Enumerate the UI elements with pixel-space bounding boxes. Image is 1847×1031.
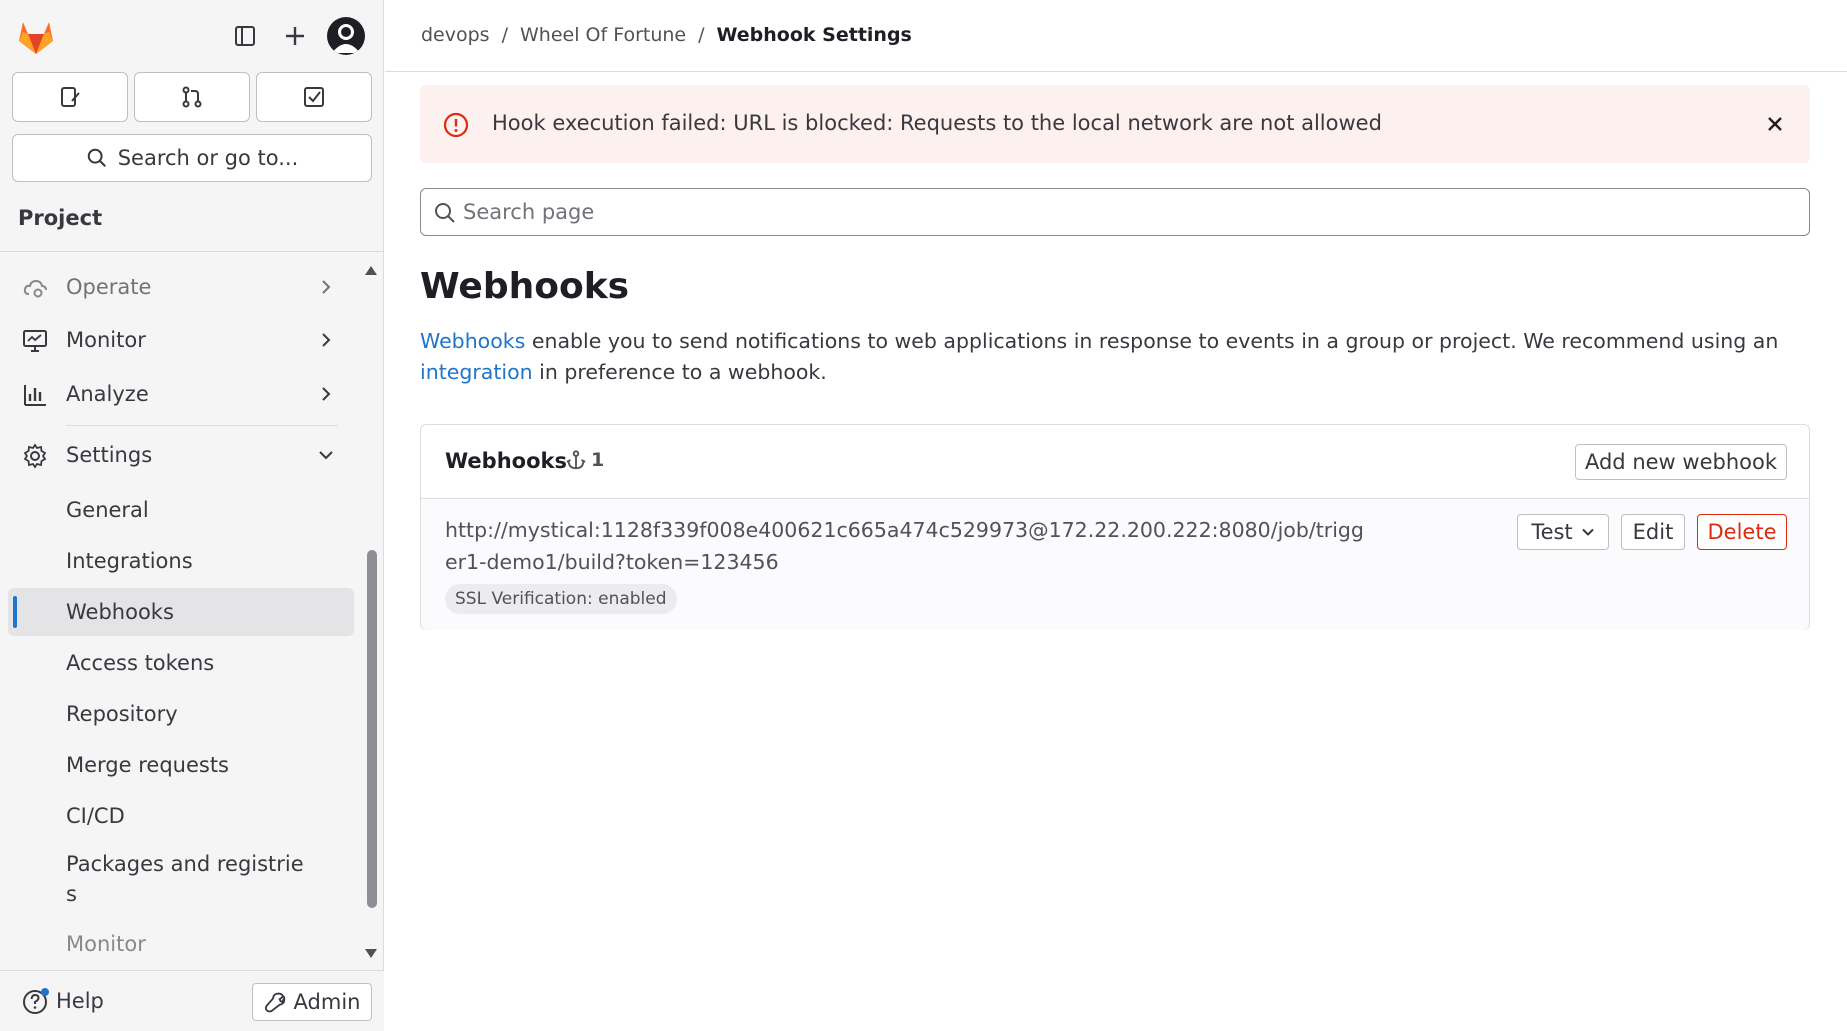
- merge-request-icon: [182, 86, 202, 108]
- issues-icon: [61, 87, 80, 107]
- alert-message: Hook execution failed: URL is blocked: R…: [492, 111, 1382, 135]
- sidebar-item-operate[interactable]: Operate: [8, 263, 354, 311]
- gear-icon: [23, 443, 47, 469]
- chevron-down-icon: [319, 451, 333, 460]
- page-title: Webhooks: [420, 266, 630, 307]
- merge-requests-button[interactable]: [134, 72, 250, 122]
- sidebar-footer: Help Admin: [0, 970, 384, 1031]
- sidebar-item-access-tokens[interactable]: Access tokens: [8, 639, 354, 687]
- plus-icon[interactable]: [277, 18, 313, 54]
- avatar[interactable]: [327, 17, 365, 55]
- sidebar-item-analyze[interactable]: Analyze: [8, 370, 354, 418]
- help-icon: [23, 988, 49, 1014]
- breadcrumb: devops / Wheel Of Fortune / Webhook Sett…: [421, 24, 912, 46]
- ssl-verification-badge: SSL Verification: enabled: [445, 584, 677, 614]
- webhook-row: http://mystical:1128f339f008e400621c665a…: [421, 500, 1809, 630]
- search-label: Search or go to...: [117, 146, 299, 170]
- sidebar-item-label: Integrations: [66, 549, 193, 573]
- card-header: Webhooks 1 Add new webhook: [421, 425, 1809, 499]
- breadcrumb-item-project[interactable]: Wheel Of Fortune: [520, 24, 686, 46]
- description-text: enable you to send notifications to web …: [525, 329, 1779, 353]
- sidebar-item-label: Merge requests: [66, 753, 229, 777]
- edit-webhook-button[interactable]: Edit: [1621, 514, 1685, 550]
- webhooks-card: Webhooks 1 Add new webhook http://mystic…: [420, 424, 1810, 630]
- sidebar-item-label: Webhooks: [66, 600, 174, 624]
- chevron-down-icon: [1581, 528, 1594, 536]
- scroll-down-icon[interactable]: [364, 948, 378, 960]
- delete-webhook-button[interactable]: Delete: [1697, 514, 1787, 550]
- sidebar-item-ci-cd[interactable]: CI/CD: [8, 792, 354, 840]
- description-text: in preference to a webhook.: [532, 360, 827, 384]
- help-button[interactable]: Help: [22, 987, 104, 1015]
- search-icon: [435, 203, 455, 223]
- todo-icon: [304, 87, 324, 107]
- search-page-input[interactable]: [463, 197, 1793, 227]
- webhook-count: 1: [591, 449, 605, 471]
- sidebar-item-monitor[interactable]: Monitor: [8, 316, 354, 364]
- webhook-count-badge: 1: [565, 449, 604, 471]
- breadcrumb-item-current[interactable]: Webhook Settings: [717, 24, 912, 46]
- sidebar-item-label: Settings: [66, 443, 153, 467]
- add-new-webhook-button[interactable]: Add new webhook: [1575, 444, 1787, 480]
- wrench-icon: [264, 992, 285, 1013]
- webhook-url: http://mystical:1128f339f008e400621c665a…: [445, 518, 1364, 574]
- card-title: Webhooks: [445, 449, 567, 473]
- monitor-icon: [23, 330, 47, 352]
- top-bar: devops / Wheel Of Fortune / Webhook Sett…: [385, 0, 1847, 72]
- divider: [66, 425, 338, 426]
- sidebar-item-webhooks[interactable]: Webhooks: [8, 588, 354, 636]
- anchor-icon: [566, 450, 586, 470]
- sidebar-item-monitor-settings[interactable]: Monitor: [8, 920, 354, 968]
- chart-icon: [24, 385, 46, 406]
- sidebar-scrollbar[interactable]: [367, 550, 377, 908]
- sidebar-item-label: Repository: [66, 702, 178, 726]
- error-alert: Hook execution failed: URL is blocked: R…: [420, 85, 1810, 163]
- sidebar-item-label: Monitor: [66, 328, 146, 352]
- sidebar-item-general[interactable]: General: [8, 486, 354, 534]
- sidebar-item-label: Packages and registrie s: [66, 852, 304, 906]
- sidebar-item-repository[interactable]: Repository: [8, 690, 354, 738]
- sidebar-item-label: Analyze: [66, 382, 149, 406]
- chevron-right-icon: [322, 280, 331, 294]
- cloud-gear-icon: [23, 279, 47, 298]
- sidebar-item-merge-requests[interactable]: Merge requests: [8, 741, 354, 789]
- scroll-up-icon[interactable]: [364, 264, 378, 276]
- test-dropdown-button[interactable]: Test: [1517, 514, 1609, 550]
- search-or-go-to-button[interactable]: Search or go to...: [12, 134, 372, 182]
- sidebar-item-label: CI/CD: [66, 804, 125, 828]
- integration-docs-link[interactable]: integration: [420, 360, 533, 384]
- error-icon: [443, 112, 469, 138]
- sidebar-item-label: Access tokens: [66, 651, 215, 675]
- sidebar-item-packages-registries[interactable]: Packages and registrie s: [8, 845, 354, 911]
- gitlab-logo-icon[interactable]: [14, 14, 58, 58]
- sidebar-item-settings[interactable]: Settings: [8, 431, 354, 479]
- help-label: Help: [56, 989, 104, 1013]
- page-description: Webhooks enable you to send notification…: [420, 326, 1820, 388]
- admin-button[interactable]: Admin: [252, 983, 372, 1021]
- breadcrumb-item-group[interactable]: devops: [421, 24, 490, 46]
- close-icon[interactable]: [1762, 111, 1788, 137]
- section-title: Project: [18, 206, 103, 230]
- breadcrumb-separator: /: [698, 24, 705, 46]
- sidebar: Search or go to... Project Operate Monit…: [0, 0, 384, 1031]
- sidebar-header: [0, 0, 384, 70]
- toggle-sidebar-icon[interactable]: [227, 18, 263, 54]
- search-icon: [87, 148, 106, 167]
- admin-label: Admin: [293, 990, 361, 1014]
- sidebar-item-integrations[interactable]: Integrations: [8, 537, 354, 585]
- breadcrumb-separator: /: [501, 24, 508, 46]
- sidebar-item-label: General: [66, 498, 149, 522]
- chevron-right-icon: [322, 387, 331, 401]
- test-label: Test: [1531, 520, 1573, 544]
- sidebar-item-label: Operate: [66, 275, 152, 299]
- divider: [0, 251, 384, 252]
- issues-button[interactable]: [12, 72, 128, 122]
- quick-actions: [12, 72, 372, 122]
- sidebar-item-label: Monitor: [66, 932, 146, 956]
- search-page-field: [420, 188, 1810, 236]
- todos-button[interactable]: [256, 72, 372, 122]
- webhooks-docs-link[interactable]: Webhooks: [420, 329, 525, 353]
- chevron-right-icon: [322, 333, 331, 347]
